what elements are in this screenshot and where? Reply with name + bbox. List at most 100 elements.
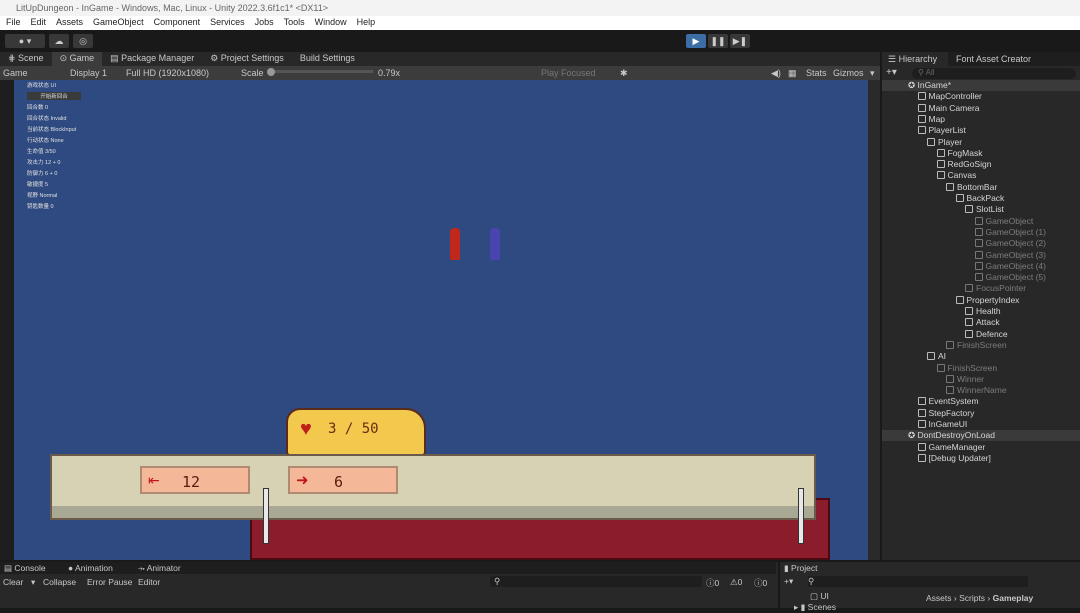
scale-slider[interactable] xyxy=(268,70,373,73)
error-count[interactable]: ⓘ0 xyxy=(754,577,767,589)
menu-tools[interactable]: Tools xyxy=(284,17,305,29)
hierarchy-item[interactable]: Map xyxy=(917,114,945,124)
hierarchy-item[interactable]: GameObject xyxy=(974,216,1033,226)
hierarchy-item[interactable]: [Debug Updater] xyxy=(917,453,991,463)
tab-build-settings[interactable]: Build Settings xyxy=(292,52,363,66)
editor-dropdown[interactable]: Editor xyxy=(138,577,160,587)
menu-edit[interactable]: Edit xyxy=(31,17,47,29)
hierarchy-item[interactable]: Defence xyxy=(965,329,1008,339)
audio-icon[interactable]: ◀) xyxy=(771,68,781,79)
bug-icon[interactable]: ✱ xyxy=(620,68,628,79)
menu-help[interactable]: Help xyxy=(357,17,376,29)
collapse-button[interactable]: Collapse xyxy=(43,577,76,587)
tab-animator[interactable]: ⤞ Animator xyxy=(138,563,181,574)
step-button[interactable]: ▶❚ xyxy=(730,34,750,48)
red-player-sprite xyxy=(450,228,460,260)
pause-button[interactable]: ❚❚ xyxy=(708,34,728,48)
chevron-down-icon[interactable]: ▾ xyxy=(31,577,35,588)
hierarchy-item[interactable]: StepFactory xyxy=(917,408,974,418)
hierarchy-item[interactable]: Canvas xyxy=(936,170,976,180)
hierarchy-item[interactable]: GameObject (5) xyxy=(974,272,1046,282)
tab-game[interactable]: ⊙ Game xyxy=(51,52,103,66)
hierarchy-item[interactable]: FinishScreen xyxy=(946,340,1007,350)
tab-project-settings[interactable]: ⚙ Project Settings xyxy=(202,52,292,66)
hierarchy-item[interactable]: PlayerList xyxy=(917,125,966,135)
hierarchy-item[interactable]: FocusPointer xyxy=(965,283,1026,293)
hierarchy-item[interactable]: WinnerName xyxy=(946,385,1007,395)
add-button[interactable]: +▾ xyxy=(784,576,793,587)
breadcrumb-gameplay[interactable]: Gameplay xyxy=(993,593,1034,603)
scale-slider-handle[interactable] xyxy=(267,68,275,76)
tab-package-manager[interactable]: ▤ Package Manager xyxy=(102,52,202,66)
gizmos-button[interactable]: Gizmos xyxy=(833,68,864,78)
hierarchy-item[interactable]: AI xyxy=(927,351,946,361)
hierarchy-item[interactable]: BackPack xyxy=(955,193,1004,203)
hierarchy-item[interactable]: GameObject (2) xyxy=(974,238,1046,248)
game-scrollbar[interactable] xyxy=(868,80,880,560)
tab-hierarchy[interactable]: ☰ Hierarchy xyxy=(882,52,948,66)
game-mode-dropdown[interactable]: Game xyxy=(3,68,28,78)
hierarchy-item[interactable]: GameObject (3) xyxy=(974,250,1046,260)
hierarchy-item[interactable]: BottomBar xyxy=(946,182,997,192)
game-view[interactable]: 游戏状态 UI 开始新回合 回合数 0 回合状态 Invalid 当前状态 Bl… xyxy=(14,80,868,560)
resolution-dropdown[interactable]: Full HD (1920x1080) xyxy=(126,68,209,78)
menu-services[interactable]: Services xyxy=(210,17,245,29)
hierarchy-item[interactable]: Attack xyxy=(965,317,1000,327)
hierarchy-item[interactable]: Player xyxy=(927,137,962,147)
hierarchy-item[interactable]: FinishScreen xyxy=(936,363,997,373)
menu-jobs[interactable]: Jobs xyxy=(255,17,274,29)
add-button[interactable]: +▾ xyxy=(886,67,897,78)
hierarchy-scene[interactable]: ✪ DontDestroyOnLoad xyxy=(882,430,1080,442)
hierarchy-search[interactable]: ⚲ All xyxy=(912,68,1076,79)
breadcrumb-assets[interactable]: Assets xyxy=(926,593,952,603)
hierarchy-item[interactable]: GameObject (1) xyxy=(974,227,1046,237)
hierarchy-item[interactable]: Winner xyxy=(946,374,984,384)
hierarchy-item[interactable]: InGameUI xyxy=(917,419,967,429)
tab-console[interactable]: ▤ Console xyxy=(4,563,46,574)
clear-button[interactable]: Clear xyxy=(3,577,23,587)
tab-font-asset-creator[interactable]: Font Asset Creator xyxy=(956,54,1031,64)
menu-gameobject[interactable]: GameObject xyxy=(93,17,144,29)
tab-scene[interactable]: ⋕ Scene xyxy=(0,52,52,66)
info-count[interactable]: ⓘ0 xyxy=(706,577,719,589)
menu-component[interactable]: Component xyxy=(154,17,201,29)
editor-tabs: ⋕ Scene ⊙ Game ▤ Package Manager ⚙ Proje… xyxy=(0,52,880,66)
hierarchy-item[interactable]: RedGoSign xyxy=(936,159,991,169)
hierarchy-scene[interactable]: ✪ InGame* xyxy=(882,80,1080,91)
play-button[interactable]: ▶ xyxy=(686,34,706,48)
breadcrumb-scripts[interactable]: Scripts xyxy=(959,593,985,603)
console-search[interactable]: ⚲ xyxy=(490,576,702,587)
tab-animation[interactable]: ● Animation xyxy=(68,563,113,573)
tab-project[interactable]: ▮ Project xyxy=(784,563,818,574)
account-button[interactable]: ● ▾ xyxy=(5,34,45,48)
warning-count[interactable]: ⚠0 xyxy=(730,577,742,588)
start-new-round-button[interactable]: 开始新回合 xyxy=(27,92,81,100)
error-pause-button[interactable]: Error Pause xyxy=(87,577,132,587)
hierarchy-item[interactable]: GameObject (4) xyxy=(974,261,1046,271)
hierarchy-item[interactable]: Health xyxy=(965,306,1001,316)
hierarchy-item[interactable]: Main Camera xyxy=(917,103,980,113)
hierarchy-item[interactable]: EventSystem xyxy=(917,396,979,406)
chevron-down-icon[interactable]: ▾ xyxy=(870,68,875,79)
hierarchy-item-label: InGame* xyxy=(917,80,952,90)
stats-button[interactable]: Stats xyxy=(806,68,827,78)
menu-file[interactable]: File xyxy=(6,17,21,29)
folder-ui[interactable]: ▢ UI xyxy=(810,591,829,602)
cloud-icon[interactable]: ☁ xyxy=(49,34,69,48)
tab-label: Project xyxy=(791,563,818,573)
hierarchy-item[interactable]: PropertyIndex xyxy=(955,295,1019,305)
hierarchy-item[interactable]: FogMask xyxy=(936,148,982,158)
gameobject-icon xyxy=(965,307,973,315)
play-focused-dropdown[interactable]: Play Focused xyxy=(541,68,596,78)
hierarchy-item[interactable]: SlotList xyxy=(965,204,1004,214)
display-dropdown[interactable]: Display 1 xyxy=(70,68,107,78)
project-search[interactable]: ⚲ xyxy=(808,576,1028,587)
tab-label: Animation xyxy=(75,563,113,573)
menu-assets[interactable]: Assets xyxy=(56,17,83,29)
hierarchy-item[interactable]: MapController xyxy=(917,91,982,101)
hierarchy-item[interactable]: GameManager xyxy=(917,442,985,452)
menu-window[interactable]: Window xyxy=(315,17,347,29)
gameobject-icon xyxy=(965,329,973,338)
grid-icon[interactable]: ▦ xyxy=(788,68,797,79)
collab-icon[interactable]: ◎ xyxy=(73,34,93,48)
